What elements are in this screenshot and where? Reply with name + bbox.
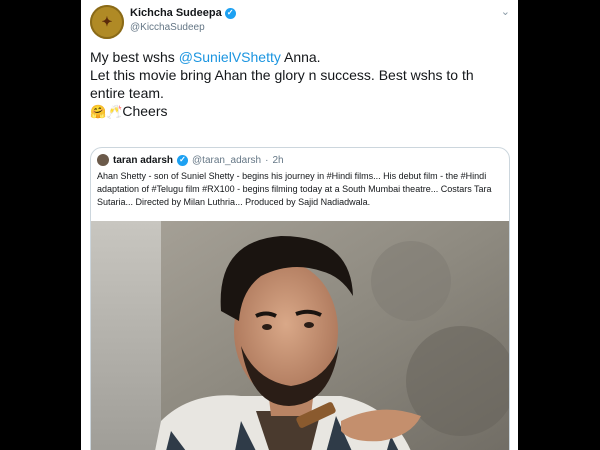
verified-badge-icon: ✓ [224, 7, 236, 19]
tweet-card: ✦ Kichcha Sudeepa ✓ @KicchaSudeep ⌄ My b… [81, 0, 518, 450]
verified-badge-icon: ✓ [177, 154, 189, 166]
mention-link[interactable]: @SunielVShetty [179, 49, 281, 65]
time-separator: · [265, 154, 269, 166]
tweet-line-1: My best wshs @SunielVShetty Anna. [90, 48, 515, 66]
quoted-display-name[interactable]: taran adarsh [113, 155, 173, 166]
author-display-name[interactable]: Kichcha Sudeepa [130, 7, 222, 19]
quoted-handle[interactable]: @taran_adarsh [192, 155, 261, 166]
eye-right [304, 322, 314, 328]
tweet-line-2: Let this movie bring Ahan the glory n su… [90, 67, 474, 83]
tweet-text: My best wshs @SunielVShetty Anna. Let th… [90, 48, 515, 122]
avatar[interactable]: ✦ [90, 5, 124, 39]
tweet-line-3: entire team. [90, 85, 164, 101]
quoted-time[interactable]: 2h [272, 155, 283, 166]
wall-stain [371, 241, 451, 321]
eye-left [262, 324, 272, 330]
author-handle[interactable]: @KicchaSudeep [130, 22, 205, 33]
cheers-text: Cheers [122, 103, 168, 119]
avatar-logo: ✦ [101, 14, 113, 30]
chevron-down-icon[interactable]: ⌄ [501, 5, 510, 18]
quoted-photo[interactable] [91, 221, 509, 450]
quoted-tweet-header: taran adarsh ✓ @taran_adarsh · 2h [97, 154, 284, 166]
tweet-text-lead: My best wshs [90, 49, 179, 65]
tweet-author[interactable]: Kichcha Sudeepa ✓ [130, 7, 236, 19]
hug-emoji-icon: 🤗🥂 [90, 105, 123, 120]
tweet-line-4: 🤗🥂Cheers [90, 102, 515, 122]
quoted-tweet-text: Ahan Shetty - son of Suniel Shetty - beg… [97, 171, 492, 207]
quoted-avatar[interactable] [97, 154, 109, 166]
quoted-tweet[interactable]: taran adarsh ✓ @taran_adarsh · 2h Ahan S… [90, 147, 510, 450]
wall-left [91, 221, 161, 450]
tweet-text-after-mention: Anna. [280, 49, 321, 65]
